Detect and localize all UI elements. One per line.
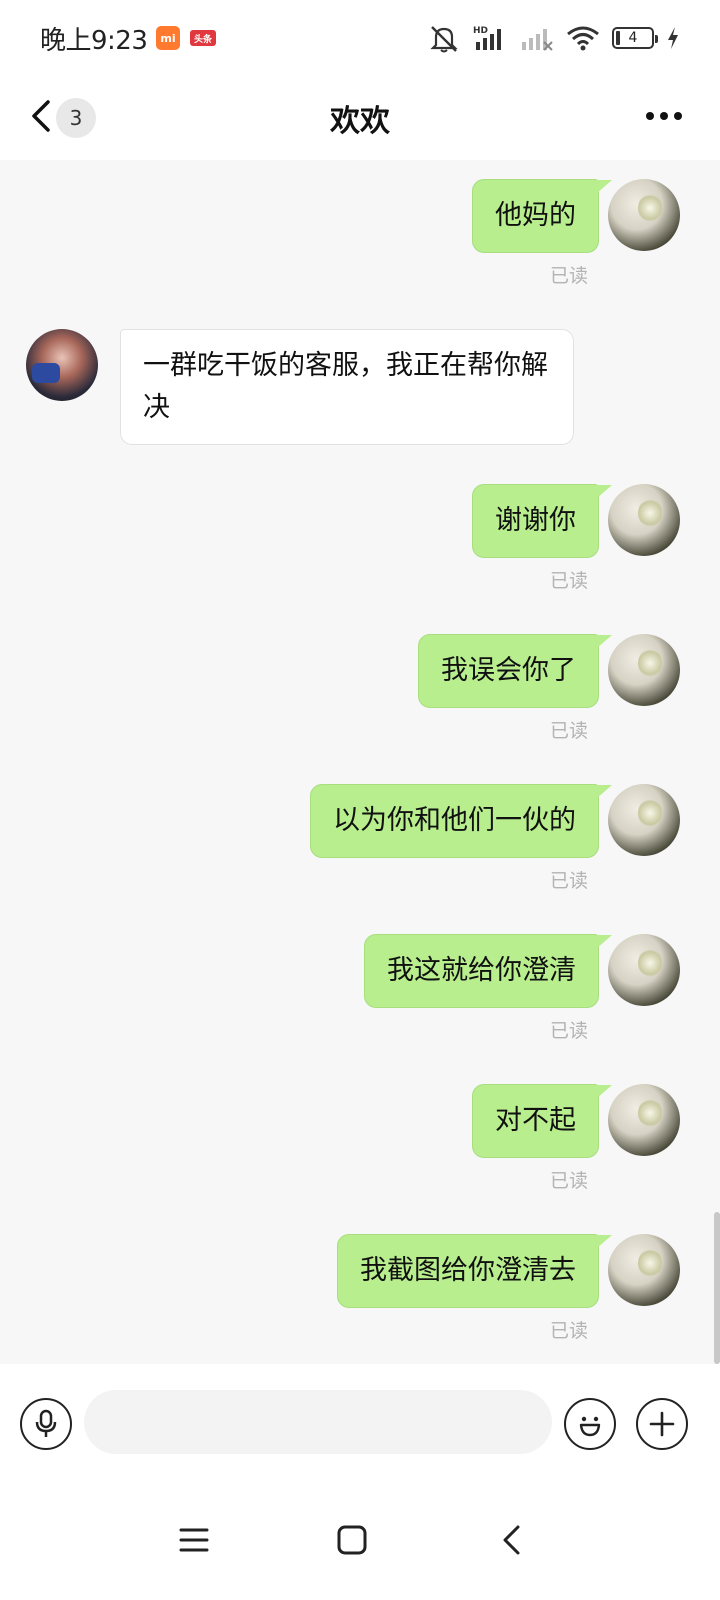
battery-level: 4 xyxy=(628,30,638,46)
read-receipt: 已读 xyxy=(549,720,588,742)
back-chevron-icon xyxy=(503,1525,520,1555)
my-avatar[interactable] xyxy=(608,179,680,251)
nav-bar: 3 欢欢 xyxy=(0,76,720,160)
plus-icon xyxy=(649,1411,675,1437)
chat-screen: 晚上9:23 mi 头条 HD 4 3 欢欢 他妈的 已读 一群吃干饭的客服，我… xyxy=(0,0,720,1600)
status-bar: 晚上9:23 mi 头条 HD 4 xyxy=(0,0,720,76)
input-bar xyxy=(0,1364,720,1488)
wifi-icon xyxy=(567,26,599,51)
message-input[interactable] xyxy=(84,1390,552,1454)
smile-icon xyxy=(579,1416,601,1437)
my-avatar[interactable] xyxy=(608,1234,680,1306)
status-icons: HD 4 xyxy=(428,22,680,54)
more-dots-icon[interactable] xyxy=(644,106,684,126)
voice-button[interactable] xyxy=(20,1398,72,1450)
home-square-icon xyxy=(337,1525,367,1555)
read-receipt: 已读 xyxy=(549,1320,588,1342)
my-avatar[interactable] xyxy=(608,634,680,706)
message-list[interactable]: 他妈的 已读 一群吃干饭的客服，我正在帮你解决 谢谢你 已读 我误会你了 已读 … xyxy=(0,160,720,1364)
my-avatar[interactable] xyxy=(608,1084,680,1156)
my-avatar[interactable] xyxy=(608,484,680,556)
contact-avatar[interactable] xyxy=(26,329,98,401)
read-receipt: 已读 xyxy=(549,870,588,892)
recent-apps-button[interactable] xyxy=(164,1510,224,1570)
system-back-button[interactable] xyxy=(482,1510,542,1570)
mi-app-icon: mi xyxy=(156,26,180,50)
my-message-bubble[interactable]: 对不起 xyxy=(472,1084,612,1158)
read-receipt: 已读 xyxy=(549,570,588,592)
plus-button[interactable] xyxy=(636,1398,688,1450)
my-avatar[interactable] xyxy=(608,934,680,1006)
my-message-bubble[interactable]: 谢谢你 xyxy=(472,484,612,558)
my-message-bubble[interactable]: 我误会你了 xyxy=(418,634,612,708)
read-receipt: 已读 xyxy=(549,1020,588,1042)
emoji-button[interactable] xyxy=(564,1398,616,1450)
signal-weak-icon xyxy=(522,29,553,51)
status-time: 晚上9:23 xyxy=(40,26,148,56)
home-button[interactable] xyxy=(322,1510,382,1570)
my-avatar[interactable] xyxy=(608,784,680,856)
svg-text:HD: HD xyxy=(473,26,488,36)
charging-bolt-icon xyxy=(668,27,678,49)
system-nav-bar xyxy=(0,1488,720,1600)
menu-icon xyxy=(179,1528,209,1552)
my-message-bubble[interactable]: 我这就给你澄清 xyxy=(364,934,612,1008)
microphone-icon xyxy=(35,1409,57,1437)
read-receipt: 已读 xyxy=(549,265,588,287)
read-receipt: 已读 xyxy=(549,1170,588,1192)
contact-message-bubble[interactable]: 一群吃干饭的客服，我正在帮你解决 xyxy=(120,329,574,445)
mute-bell-icon xyxy=(430,26,458,53)
my-message-bubble[interactable]: 我截图给你澄清去 xyxy=(337,1234,612,1308)
signal-hd-icon: HD xyxy=(473,26,501,50)
chat-title: 欢欢 xyxy=(330,104,390,139)
my-message-bubble[interactable]: 以为你和他们一伙的 xyxy=(310,784,612,858)
scrollbar-thumb[interactable] xyxy=(714,1212,720,1364)
my-message-bubble[interactable]: 他妈的 xyxy=(472,179,612,253)
toutiao-app-icon: 头条 xyxy=(190,30,216,46)
battery-icon: 4 xyxy=(612,27,658,49)
